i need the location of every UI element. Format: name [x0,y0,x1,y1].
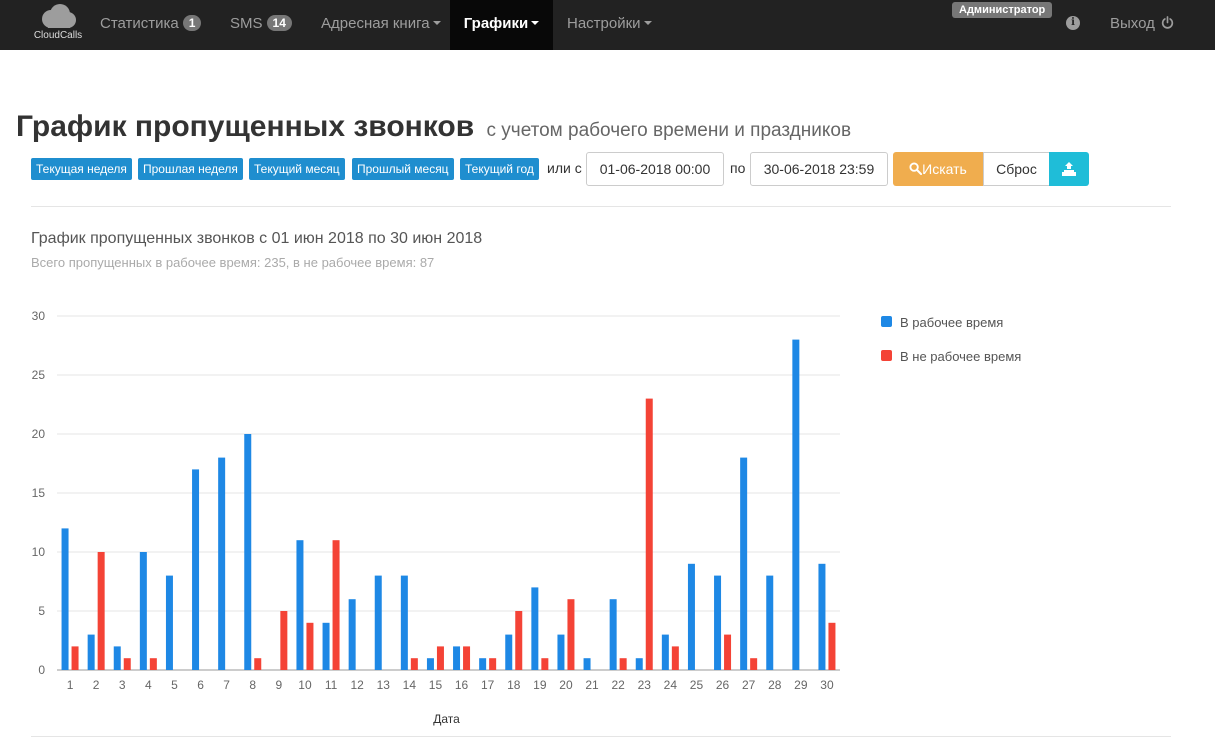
x-tick-label: 15 [429,678,443,692]
bar-non-work-hours [489,658,497,670]
bar-non-work-hours [750,658,758,670]
bar-work-hours [609,599,617,670]
bar-work-hours [792,339,800,670]
bar-non-work-hours [254,658,262,670]
x-tick-label: 23 [638,678,652,692]
bar-work-hours [557,634,565,670]
bar-non-work-hours [541,658,549,670]
bar-work-hours [374,575,382,670]
bar-work-hours [113,646,121,670]
x-tick-label: 28 [768,678,782,692]
bar-non-work-hours [515,611,523,670]
bar-non-work-hours [567,599,575,670]
bar-work-hours [400,575,408,670]
legend-label: В рабочее время [900,315,1003,330]
x-tick-label: 30 [820,678,834,692]
x-tick-label: 16 [455,678,469,692]
bar-work-hours [505,634,513,670]
x-tick-label: 19 [533,678,547,692]
bar-work-hours [87,634,95,670]
x-tick-label: 29 [794,678,808,692]
x-tick-label: 8 [249,678,256,692]
bar-non-work-hours [71,646,79,670]
x-tick-label: 13 [377,678,391,692]
x-tick-label: 6 [197,678,204,692]
bar-work-hours [687,563,695,670]
bar-work-hours [714,575,722,670]
bar-work-hours [192,469,200,670]
legend-swatch [881,316,892,327]
legend-swatch [881,350,892,361]
bar-work-hours [531,587,539,670]
bar-work-hours [139,552,147,670]
bar-work-hours [635,658,643,670]
bar-non-work-hours [436,646,444,670]
x-tick-label: 10 [298,678,312,692]
bar-non-work-hours [332,540,340,670]
bar-work-hours [583,658,591,670]
y-tick-label: 20 [32,427,46,441]
bar-work-hours [61,528,69,670]
x-tick-label: 7 [223,678,230,692]
bar-non-work-hours [280,611,288,670]
bar-non-work-hours [724,634,732,670]
bar-work-hours [818,563,826,670]
x-tick-label: 27 [742,678,756,692]
bar-work-hours [296,540,304,670]
x-tick-label: 3 [119,678,126,692]
bar-work-hours [218,457,226,670]
bar-work-hours [244,434,252,670]
x-tick-label: 24 [664,678,678,692]
y-tick-label: 25 [32,368,46,382]
x-tick-label: 25 [690,678,704,692]
x-tick-label: 20 [559,678,573,692]
y-tick-label: 0 [38,663,45,677]
x-axis-title: Дата [433,712,460,726]
x-tick-label: 12 [350,678,364,692]
bar-work-hours [426,658,434,670]
bar-non-work-hours [306,622,314,670]
bar-work-hours [453,646,461,670]
bar-work-hours [479,658,487,670]
bar-work-hours [661,634,669,670]
bar-non-work-hours [149,658,157,670]
divider-bottom [31,736,1171,737]
bar-non-work-hours [123,658,131,670]
x-tick-label: 1 [67,678,74,692]
x-tick-label: 14 [403,678,417,692]
bar-work-hours [348,599,356,670]
x-tick-label: 5 [171,678,178,692]
bar-non-work-hours [619,658,627,670]
bar-non-work-hours [671,646,679,670]
y-tick-label: 30 [32,309,46,323]
bar-work-hours [322,622,330,670]
bar-non-work-hours [828,622,836,670]
x-tick-label: 9 [276,678,283,692]
x-tick-label: 22 [611,678,625,692]
bar-non-work-hours [463,646,471,670]
legend-label: В не рабочее время [900,349,1021,364]
y-tick-label: 15 [32,486,46,500]
bar-work-hours [740,457,748,670]
y-tick-label: 5 [38,604,45,618]
x-tick-label: 2 [93,678,100,692]
x-tick-label: 26 [716,678,730,692]
x-tick-label: 17 [481,678,495,692]
missed-calls-chart: 0510152025301 2 3 4 5 6 7 8 9 10 11 12 13 14 15 16 17 18 1… [32,309,1022,726]
bar-non-work-hours [645,398,653,670]
x-tick-label: 11 [325,678,338,692]
x-tick-label: 4 [145,678,152,692]
bar-non-work-hours [410,658,418,670]
x-tick-label: 18 [507,678,521,692]
x-tick-label: 21 [585,678,599,692]
bar-work-hours [766,575,774,670]
y-tick-label: 10 [32,545,46,559]
bar-work-hours [165,575,173,670]
bar-non-work-hours [97,552,105,670]
